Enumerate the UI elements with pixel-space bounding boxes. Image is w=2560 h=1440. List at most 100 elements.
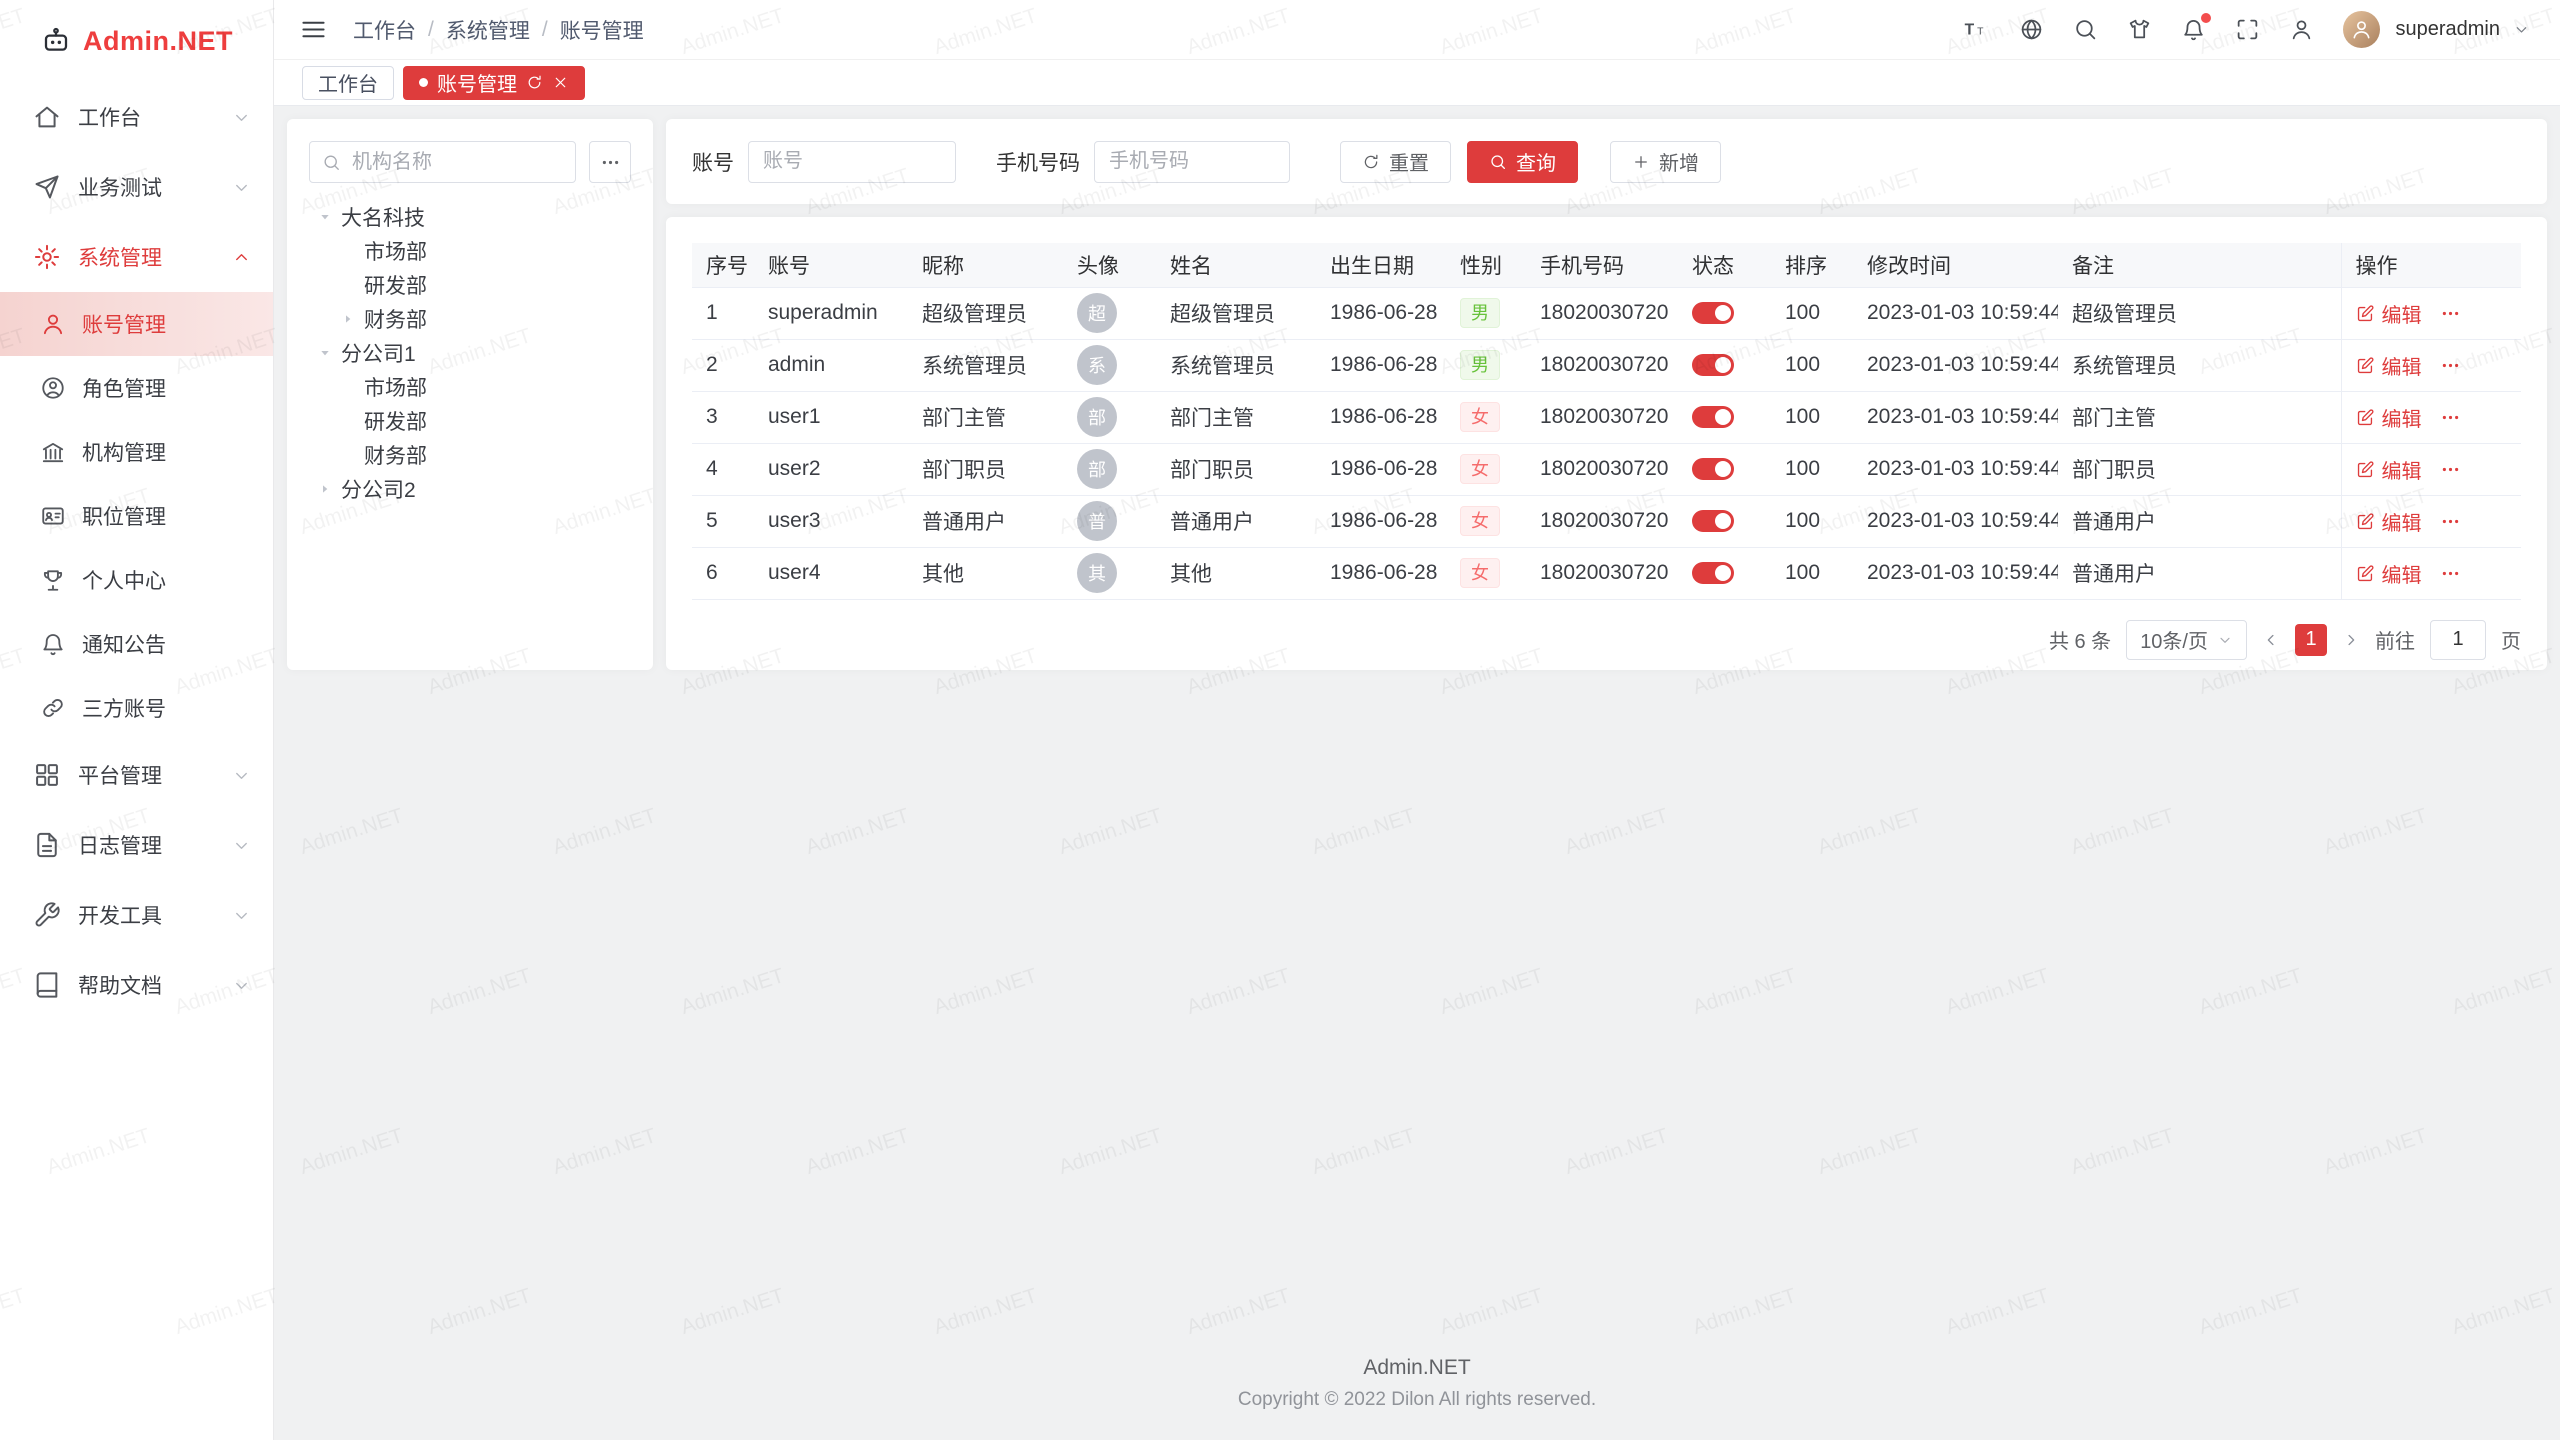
goto-page-input[interactable]: [2430, 620, 2486, 660]
search-icon[interactable]: [2073, 17, 2098, 42]
org-search-input[interactable]: [350, 150, 563, 175]
language-icon[interactable]: [2019, 17, 2044, 42]
cell-order: 100: [1771, 339, 1853, 391]
refresh-tab-icon[interactable]: [526, 74, 543, 91]
account-input[interactable]: [748, 141, 956, 183]
cell-status: [1678, 339, 1771, 391]
sidebar-item-personal-center[interactable]: 个人中心: [0, 548, 273, 612]
status-toggle[interactable]: [1692, 302, 1734, 324]
tree-more-button[interactable]: [589, 141, 631, 183]
tree-node[interactable]: 大名科技: [309, 200, 631, 234]
edit-button[interactable]: 编辑: [2356, 559, 2422, 588]
sidebar-item-help-docs[interactable]: 帮助文档: [0, 950, 273, 1020]
tree-node[interactable]: 市场部: [309, 370, 631, 404]
phone-input[interactable]: [1094, 141, 1290, 183]
tab-workbench[interactable]: 工作台: [302, 66, 394, 100]
col-actions: 操作: [2341, 243, 2521, 287]
more-actions-icon[interactable]: [2440, 407, 2461, 428]
tree-node[interactable]: 研发部: [309, 404, 631, 438]
sidebar-item-account-management[interactable]: 账号管理: [0, 292, 273, 356]
prev-page-icon[interactable]: [2262, 631, 2280, 649]
edit-button[interactable]: 编辑: [2356, 507, 2422, 536]
more-actions-icon[interactable]: [2440, 303, 2461, 324]
system-submenu: 账号管理 角色管理 机构管理 职位管理 个人中心: [0, 292, 273, 740]
sidebar-item-business-test[interactable]: 业务测试: [0, 152, 273, 222]
add-button[interactable]: 新增: [1610, 141, 1721, 183]
tree-caret-icon[interactable]: [340, 311, 356, 327]
edit-icon: [2356, 512, 2375, 531]
tree-node[interactable]: 研发部: [309, 268, 631, 302]
breadcrumb-item-workbench[interactable]: 工作台: [353, 15, 416, 45]
page-size-select[interactable]: 10条/页: [2126, 620, 2247, 660]
edit-button[interactable]: 编辑: [2356, 455, 2422, 484]
reset-button[interactable]: 重置: [1340, 141, 1451, 183]
chevron-up-icon: [232, 248, 251, 267]
edit-button[interactable]: 编辑: [2356, 299, 2422, 328]
tree-caret-icon[interactable]: [340, 379, 356, 395]
tree-caret-icon[interactable]: [340, 447, 356, 463]
tree-caret-icon[interactable]: [317, 345, 333, 361]
more-actions-icon[interactable]: [2440, 459, 2461, 480]
tree-node[interactable]: 分公司2: [309, 472, 631, 506]
book-icon: [33, 971, 61, 999]
sidebar: Admin.NET 工作台 业务测试 系统管理 账号管理: [0, 0, 274, 1440]
avatar[interactable]: [2343, 11, 2380, 48]
sidebar-item-workbench[interactable]: 工作台: [0, 82, 273, 152]
sidebar-item-platform-management[interactable]: 平台管理: [0, 740, 273, 810]
page-number-1[interactable]: 1: [2295, 624, 2327, 656]
total-count: 共 6 条: [2049, 625, 2111, 654]
more-actions-icon[interactable]: [2440, 355, 2461, 376]
breadcrumb-item-account: 账号管理: [560, 15, 644, 45]
cell-nickname: 系统管理员: [908, 339, 1063, 391]
sidebar-item-org-management[interactable]: 机构管理: [0, 420, 273, 484]
edit-button[interactable]: 编辑: [2356, 403, 2422, 432]
breadcrumb-item-system[interactable]: 系统管理: [446, 15, 530, 45]
profile-icon[interactable]: [2289, 17, 2314, 42]
tab-label: 工作台: [318, 68, 378, 97]
theme-icon[interactable]: [2127, 17, 2152, 42]
status-toggle[interactable]: [1692, 510, 1734, 532]
status-toggle[interactable]: [1692, 406, 1734, 428]
tree-node[interactable]: 财务部: [309, 438, 631, 472]
tree-node[interactable]: 市场部: [309, 234, 631, 268]
edit-icon: [2356, 356, 2375, 375]
cell-modified: 2023-01-03 10:59:44: [1853, 339, 2058, 391]
next-page-icon[interactable]: [2342, 631, 2360, 649]
col-phone: 手机号码: [1526, 243, 1678, 287]
tree-caret-icon[interactable]: [340, 277, 356, 293]
table-row: 1 superadmin 超级管理员 超 超级管理员 1986-06-28 男 …: [692, 287, 2521, 339]
sidebar-item-log-management[interactable]: 日志管理: [0, 810, 273, 880]
more-actions-icon[interactable]: [2440, 511, 2461, 532]
username[interactable]: superadmin: [2395, 18, 2500, 41]
query-button[interactable]: 查询: [1467, 141, 1578, 183]
tree-caret-icon[interactable]: [317, 209, 333, 225]
fullscreen-icon[interactable]: [2235, 17, 2260, 42]
sidebar-item-third-party-account[interactable]: 三方账号: [0, 676, 273, 740]
status-toggle[interactable]: [1692, 562, 1734, 584]
more-actions-icon[interactable]: [2440, 563, 2461, 584]
tree-caret-icon[interactable]: [340, 243, 356, 259]
close-tab-icon[interactable]: [552, 74, 569, 91]
chevron-down-icon[interactable]: [2513, 21, 2530, 38]
menu-collapse-icon[interactable]: [300, 16, 327, 43]
tree-caret-icon[interactable]: [317, 481, 333, 497]
sidebar-item-dev-tools[interactable]: 开发工具: [0, 880, 273, 950]
tree-node[interactable]: 分公司1: [309, 336, 631, 370]
notification-bell[interactable]: [2181, 17, 2206, 42]
font-size-icon[interactable]: TT: [1960, 17, 1990, 42]
cell-modified: 2023-01-03 10:59:44: [1853, 495, 2058, 547]
sidebar-item-system-management[interactable]: 系统管理: [0, 222, 273, 292]
tree-node[interactable]: 财务部: [309, 302, 631, 336]
status-toggle[interactable]: [1692, 458, 1734, 480]
gender-badge: 女: [1460, 506, 1500, 537]
tab-account-management[interactable]: 账号管理: [403, 66, 585, 100]
sidebar-item-role-management[interactable]: 角色管理: [0, 356, 273, 420]
sidebar-item-position-management[interactable]: 职位管理: [0, 484, 273, 548]
status-toggle[interactable]: [1692, 354, 1734, 376]
tree-caret-icon[interactable]: [340, 413, 356, 429]
sidebar-item-notice[interactable]: 通知公告: [0, 612, 273, 676]
cell-avatar: 普: [1063, 495, 1156, 547]
edit-button[interactable]: 编辑: [2356, 351, 2422, 380]
table-row: 4 user2 部门职员 部 部门职员 1986-06-28 女 1802003…: [692, 443, 2521, 495]
table-header-row: 序号 账号 昵称 头像 姓名 出生日期 性别 手机号码 状态 排序: [692, 243, 2521, 287]
